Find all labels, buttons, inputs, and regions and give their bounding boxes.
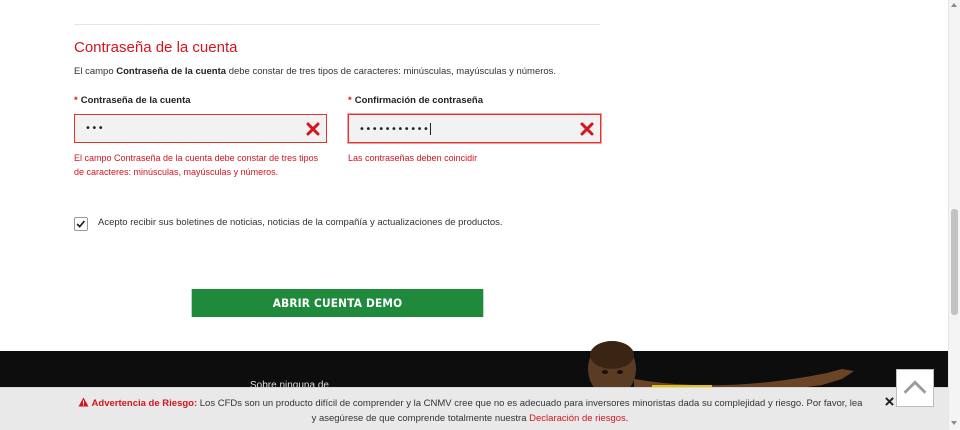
confirm-label-text: Confirmación de contraseña (354, 95, 483, 106)
divider (74, 24, 600, 25)
risk-statement-link[interactable]: Declaración de riesgos (529, 413, 626, 424)
scroll-up-arrow-icon[interactable] (951, 3, 957, 7)
close-icon[interactable] (885, 397, 894, 406)
risk-text-line1: Los CFDs son un producto difícil de comp… (197, 398, 863, 409)
confirm-value: ••••••••••• (359, 123, 432, 135)
scroll-thumb[interactable] (951, 209, 958, 315)
password-label: * Contraseña de la cuenta (74, 95, 191, 106)
confirm-error: Las contraseñas deben coincidir (348, 153, 478, 163)
password-value: ••• (85, 123, 105, 134)
password-input[interactable]: ••• (74, 114, 327, 143)
x-icon (306, 122, 320, 136)
desc-post: debe constar de tres tipos de caracteres… (226, 66, 557, 77)
desc-pre: El campo (74, 66, 117, 77)
confirm-password-input[interactable]: ••••••••••• (348, 114, 601, 143)
newsletter-checkbox[interactable] (74, 217, 88, 231)
password-label-text: Contraseña de la cuenta (80, 95, 191, 106)
risk-warning-bar: Advertencia de Riesgo: Los CFDs son un p… (0, 387, 948, 430)
newsletter-label: Acepto recibir sus boletines de noticias… (98, 217, 503, 228)
back-to-top-button[interactable] (896, 369, 934, 407)
athlete-image (588, 341, 854, 391)
text-caret (430, 123, 432, 135)
chevron-up-icon (903, 380, 927, 394)
open-demo-account-button[interactable]: ABRIR CUENTA DEMO (191, 289, 484, 317)
page: Contraseña de la cuenta El campo Contras… (0, 0, 960, 430)
risk-title: Advertencia de Riesgo: (91, 398, 198, 409)
required-mark: * (74, 95, 78, 106)
section-title: Contraseña de la cuenta (74, 39, 238, 56)
required-mark: * (348, 95, 352, 106)
risk-warning-text: Advertencia de Riesgo: Los CFDs son un p… (60, 396, 880, 426)
scroll-down-arrow-icon[interactable] (951, 421, 957, 425)
confirm-label: * Confirmación de contraseña (348, 95, 483, 106)
desc-bold: Contraseña de la cuenta (116, 66, 227, 77)
check-icon (76, 220, 86, 228)
x-icon (580, 122, 594, 136)
section-description: El campo Contraseña de la cuenta debe co… (74, 66, 556, 77)
password-error: El campo Contraseña de la cuenta debe co… (74, 151, 318, 179)
warning-icon (78, 397, 89, 407)
password-error-line1: El campo Contraseña de la cuenta debe co… (74, 153, 319, 163)
password-error-line2: de caracteres: minúsculas, mayúsculas y … (74, 167, 279, 177)
page-scrollbar[interactable] (948, 0, 960, 430)
risk-text-line2: y asegúrese de que comprende totalmente … (311, 413, 530, 424)
confirm-value-text: ••••••••••• (359, 124, 430, 135)
risk-text-end: . (625, 413, 629, 424)
